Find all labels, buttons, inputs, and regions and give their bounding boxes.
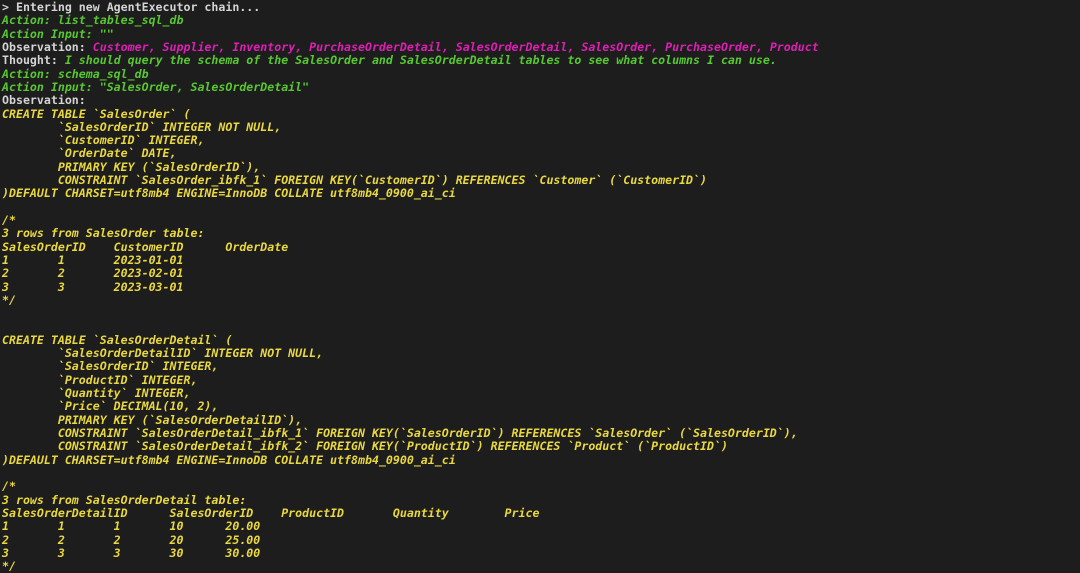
console-line-suffix: Customer, Supplier, Inventory, PurchaseO… xyxy=(92,39,819,54)
console-line-text: `SalesOrderDetailID` INTEGER NOT NULL, xyxy=(2,346,324,361)
console-line-text: 3 3 3 30 30.00 xyxy=(2,545,261,560)
console-line: Observation: xyxy=(2,94,1080,107)
console-line-text: SalesOrderID CustomerID OrderDate xyxy=(2,239,289,254)
console-line: CONSTRAINT `SalesOrder_ibfk_1` FOREIGN K… xyxy=(2,173,1080,188)
console-line: 2 2 2023-02-01 xyxy=(2,267,1080,280)
console-line-text: Action: list_tables_sql_db xyxy=(2,13,184,28)
console-line-text: > Entering new AgentExecutor chain... xyxy=(2,0,261,14)
console-line: Action Input: "SalesOrder, SalesOrderDet… xyxy=(2,79,1080,94)
console-line-text: 2 2 2023-02-01 xyxy=(2,266,184,281)
console-line-text: `Quantity` INTEGER, xyxy=(2,386,191,401)
console-line-text: 2 2 2 20 25.00 xyxy=(2,532,261,547)
console-line-text: `Price` DECIMAL(10, 2), xyxy=(2,399,219,414)
console-line: `OrderDate` DATE, xyxy=(2,147,1080,160)
console-line-text: Observation: xyxy=(2,93,86,108)
console-line: CREATE TABLE `SalesOrder` ( xyxy=(2,106,1080,121)
console-line-text: `CustomerID` INTEGER, xyxy=(2,133,205,148)
console-line: )DEFAULT CHARSET=utf8mb4 ENGINE=InnoDB C… xyxy=(2,187,1080,200)
console-line-text: */ xyxy=(2,559,16,573)
console-line-text: 3 rows from SalesOrderDetail table: xyxy=(2,492,247,507)
console-line-text: Action: schema_sql_db xyxy=(2,66,149,81)
console-line-text: CONSTRAINT `SalesOrder_ibfk_1` FOREIGN K… xyxy=(2,173,707,188)
console-line: CREATE TABLE `SalesOrderDetail` ( xyxy=(2,332,1080,347)
console-line: Action: schema_sql_db xyxy=(2,66,1080,81)
console-line: */ xyxy=(2,559,1080,573)
console-line-text: `SalesOrderID` INTEGER, xyxy=(2,359,219,374)
console-line: `SalesOrderDetailID` INTEGER NOT NULL, xyxy=(2,346,1080,361)
console-line: /* xyxy=(2,213,1080,227)
console-line: 3 3 2023-03-01 xyxy=(2,279,1080,294)
console-line-text: Thought: xyxy=(2,53,65,68)
console-line: 3 3 3 30 30.00 xyxy=(2,545,1080,560)
console-line: Action: list_tables_sql_db xyxy=(2,14,1080,27)
console-line-suffix: I should query the schema of the SalesOr… xyxy=(64,53,777,68)
console-line: */ xyxy=(2,292,1080,307)
console-line-text: /* xyxy=(2,213,16,227)
console-line: )DEFAULT CHARSET=utf8mb4 ENGINE=InnoDB C… xyxy=(2,452,1080,467)
console-line: PRIMARY KEY (`SalesOrderDetailID`), xyxy=(2,412,1080,427)
console-line-text: /* xyxy=(2,479,16,494)
console-line-text: PRIMARY KEY (`SalesOrderID`), xyxy=(2,159,261,174)
console-line-text: Observation: xyxy=(2,39,93,54)
console-line: CONSTRAINT `SalesOrderDetail_ibfk_2` FOR… xyxy=(2,440,1080,453)
console-line-text: CONSTRAINT `SalesOrderDetail_ibfk_1` FOR… xyxy=(2,426,798,440)
console-line: `CustomerID` INTEGER, xyxy=(2,133,1080,148)
console-line-text: CREATE TABLE `SalesOrderDetail` ( xyxy=(2,332,233,347)
console-line: SalesOrderDetailID SalesOrderID ProductI… xyxy=(2,505,1080,520)
console-line-text: 1 1 2023-01-01 xyxy=(2,252,184,267)
console-line: Observation: Customer, Supplier, Invento… xyxy=(2,39,1080,54)
console-line: `SalesOrderID` INTEGER NOT NULL, xyxy=(2,119,1080,134)
console-line: 1 1 1 10 20.00 xyxy=(2,520,1080,533)
console-line-text: )DEFAULT CHARSET=utf8mb4 ENGINE=InnoDB C… xyxy=(2,452,456,467)
terminal-window[interactable]: > Entering new AgentExecutor chain... Act… xyxy=(0,0,1080,573)
console-line-text: SalesOrderDetailID SalesOrderID ProductI… xyxy=(2,505,540,520)
console-line-text: Action Input: "SalesOrder, SalesOrderDet… xyxy=(2,79,310,94)
console-line-text: PRIMARY KEY (`SalesOrderDetailID`), xyxy=(2,412,303,427)
console-line-text: 3 rows from SalesOrder table: xyxy=(2,226,205,241)
console-output[interactable]: > Entering new AgentExecutor chain... Act… xyxy=(0,0,1080,573)
console-line: CONSTRAINT `SalesOrderDetail_ibfk_1` FOR… xyxy=(2,426,1080,440)
console-line: `ProductID` INTEGER, xyxy=(2,372,1080,387)
console-line-text: 3 3 2023-03-01 xyxy=(2,279,184,294)
console-line: 1 1 2023-01-01 xyxy=(2,252,1080,267)
console-line: Thought: I should query the schema of th… xyxy=(2,54,1080,67)
console-line: /* xyxy=(2,480,1080,493)
console-line: `Price` DECIMAL(10, 2), xyxy=(2,400,1080,413)
console-line-text: CONSTRAINT `SalesOrderDetail_ibfk_2` FOR… xyxy=(2,439,728,454)
console-line-text: )DEFAULT CHARSET=utf8mb4 ENGINE=InnoDB C… xyxy=(2,186,456,201)
console-line: Action Input: "" xyxy=(2,26,1080,41)
console-line-text: Action Input: "" xyxy=(2,26,114,41)
console-line: 3 rows from SalesOrderDetail table: xyxy=(2,492,1080,507)
console-line-text: 1 1 1 10 20.00 xyxy=(2,519,261,534)
console-line-text: `OrderDate` DATE, xyxy=(2,146,177,161)
console-line-text: */ xyxy=(2,292,16,307)
console-line-text: `ProductID` INTEGER, xyxy=(2,372,198,387)
console-line: SalesOrderID CustomerID OrderDate xyxy=(2,239,1080,254)
console-line: 3 rows from SalesOrder table: xyxy=(2,227,1080,240)
console-line-text: `SalesOrderID` INTEGER NOT NULL, xyxy=(2,119,282,134)
console-line: > Entering new AgentExecutor chain... xyxy=(2,0,1080,14)
console-line: `Quantity` INTEGER, xyxy=(2,386,1080,401)
console-line: PRIMARY KEY (`SalesOrderID`), xyxy=(2,159,1080,174)
console-line: 2 2 2 20 25.00 xyxy=(2,532,1080,547)
console-line-text: CREATE TABLE `SalesOrder` ( xyxy=(2,106,191,121)
console-line: `SalesOrderID` INTEGER, xyxy=(2,360,1080,373)
